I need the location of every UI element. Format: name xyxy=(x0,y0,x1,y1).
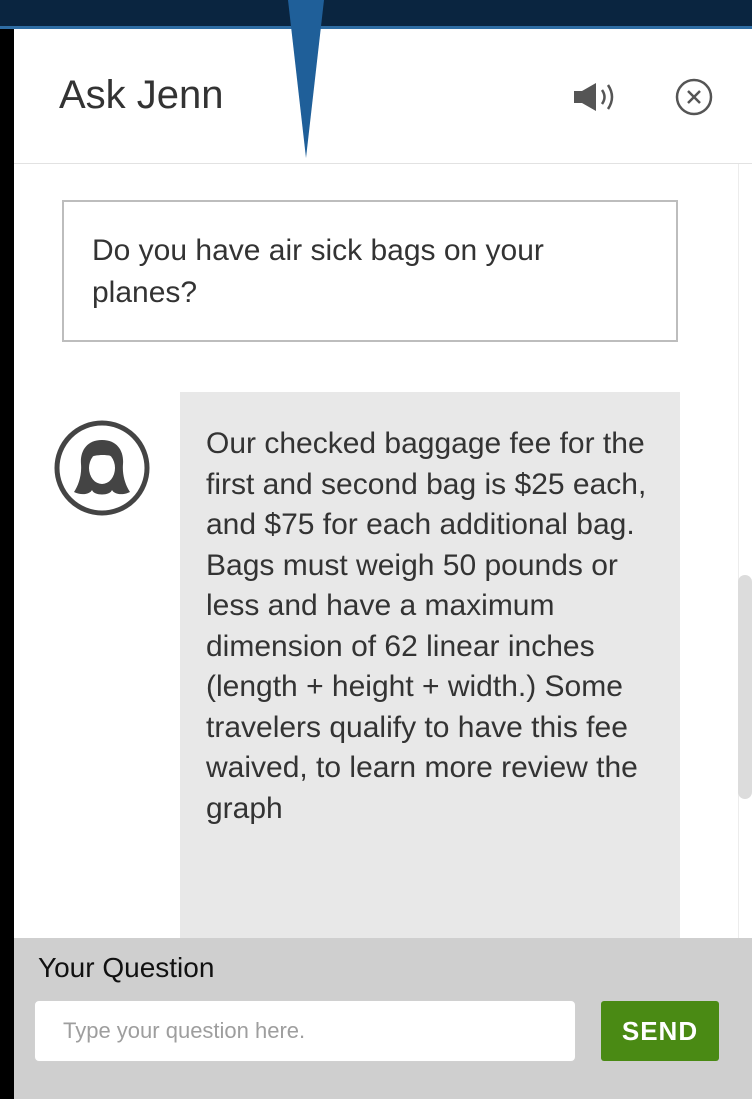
close-circle-icon xyxy=(675,78,713,116)
question-input-area: Your Question SEND xyxy=(14,938,752,1099)
scrollbar-thumb[interactable] xyxy=(738,575,752,799)
woman-avatar-icon xyxy=(54,420,150,516)
assistant-answer-bubble: Our checked baggage fee for the first an… xyxy=(180,392,680,938)
top-band xyxy=(0,0,752,26)
user-question-bubble: Do you have air sick bags on your planes… xyxy=(62,200,678,342)
speaker-volume-icon xyxy=(574,83,614,111)
chat-header: Ask Jenn xyxy=(14,29,752,164)
pointer-arrow xyxy=(288,0,324,158)
your-question-label: Your Question xyxy=(38,952,215,983)
chat-panel: Ask Jenn Do you have air sick bags on yo… xyxy=(14,29,752,1099)
conversation-area[interactable]: Do you have air sick bags on your planes… xyxy=(14,164,738,938)
send-button[interactable]: SEND xyxy=(601,1001,719,1061)
speaker-button[interactable] xyxy=(570,79,628,115)
question-input[interactable] xyxy=(34,1000,576,1062)
assistant-avatar xyxy=(52,418,152,518)
close-button[interactable] xyxy=(674,77,714,117)
panel-title: Ask Jenn xyxy=(59,73,224,117)
scrollbar-track[interactable] xyxy=(738,164,752,938)
